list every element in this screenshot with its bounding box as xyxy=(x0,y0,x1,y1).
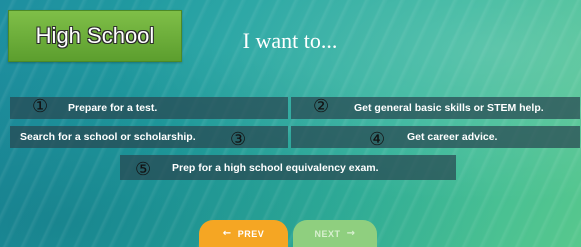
option-school-scholarship[interactable]: Search for a school or scholarship. ③ xyxy=(10,126,288,150)
option-equivalency-exam[interactable]: ⑤ Prep for a high school equivalency exa… xyxy=(120,155,456,180)
option-number-2: ② xyxy=(313,96,330,117)
arrow-left-icon: ← xyxy=(222,228,232,239)
slide: High School I want to... ① Prepare for a… xyxy=(0,0,581,247)
page-title: I want to... xyxy=(242,28,338,53)
option-number-3: ③ xyxy=(230,129,247,150)
level-badge-label: High School xyxy=(35,23,155,48)
prev-button[interactable]: ← PREV xyxy=(199,220,288,247)
option-number-1: ① xyxy=(32,96,49,117)
arrow-right-icon: → xyxy=(346,228,356,239)
option-label-3: Search for a school or scholarship. xyxy=(20,131,196,143)
next-button-label: NEXT xyxy=(314,228,341,239)
option-label-4: Get career advice. xyxy=(407,131,498,143)
level-badge: High School xyxy=(8,10,182,62)
option-label-2: Get general basic skills or STEM help. xyxy=(354,102,544,114)
option-career-advice[interactable]: ④ Get career advice. xyxy=(291,126,580,150)
option-label-1: Prepare for a test. xyxy=(68,102,158,114)
prev-button-label: PREV xyxy=(237,228,265,239)
option-label-5: Prep for a high school equivalency exam. xyxy=(172,161,379,174)
option-number-5: ⑤ xyxy=(135,159,152,180)
next-button[interactable]: NEXT → xyxy=(293,220,377,247)
option-number-4: ④ xyxy=(369,129,386,150)
option-prepare-test[interactable]: ① Prepare for a test. xyxy=(10,97,288,119)
option-basic-skills-stem[interactable]: ② Get general basic skills or STEM help. xyxy=(291,97,580,119)
